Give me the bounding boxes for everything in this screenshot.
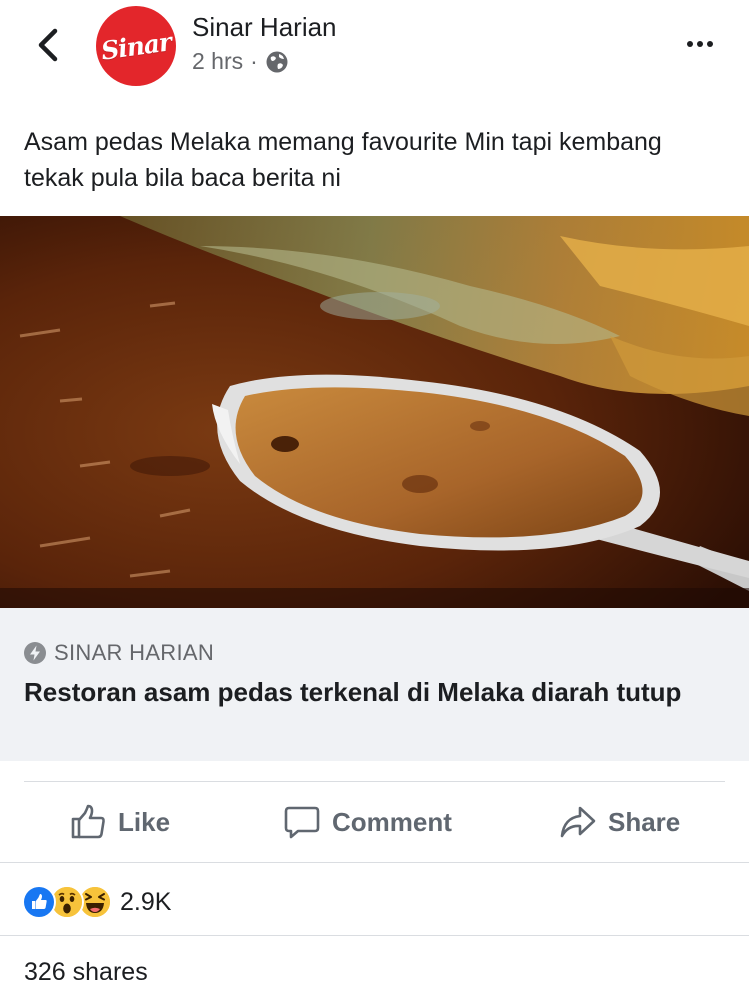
more-dot-icon: [687, 41, 693, 47]
comment-icon: [284, 806, 320, 839]
divider: [0, 862, 749, 863]
share-arrow-icon: [560, 806, 596, 838]
share-button[interactable]: Share: [560, 782, 680, 862]
post-caption: Asam pedas Melaka memang favourite Min t…: [24, 128, 662, 192]
shares-count[interactable]: 326 shares: [24, 958, 148, 987]
like-reaction-icon: [22, 885, 56, 919]
thumbs-up-icon: [71, 804, 105, 839]
post-time[interactable]: 2 hrs: [192, 48, 243, 75]
link-source-label: SINAR HARIAN: [54, 640, 215, 665]
back-button[interactable]: [28, 22, 68, 68]
link-source: SINAR HARIAN: [24, 640, 214, 666]
post-header: Sinar Sinar Harian 2 hrs ·: [0, 0, 749, 100]
page-avatar[interactable]: Sinar: [96, 6, 176, 86]
reactions-summary[interactable]: 2.9K: [22, 884, 171, 920]
action-bar: Like Comment Share: [0, 782, 749, 862]
bolt-icon: [24, 642, 46, 664]
reaction-count: 2.9K: [120, 887, 172, 916]
food-photo: [0, 216, 749, 608]
link-preview-card[interactable]: SINAR HARIAN Restoran asam pedas terkena…: [0, 608, 749, 761]
post-meta: 2 hrs ·: [192, 48, 289, 75]
chevron-left-icon: [38, 28, 58, 62]
meta-separator: ·: [250, 48, 258, 74]
link-title: Restoran asam pedas terkenal di Melaka d…: [24, 677, 682, 707]
more-dot-icon: [707, 41, 713, 47]
comment-button[interactable]: Comment: [284, 782, 452, 862]
like-button[interactable]: Like: [70, 782, 170, 862]
link-preview-image[interactable]: [0, 216, 749, 608]
sinar-logo: Sinar: [99, 26, 173, 66]
globe-icon: [266, 51, 288, 72]
share-label: Share: [608, 806, 681, 837]
more-dot-icon: [697, 41, 703, 47]
like-label: Like: [118, 806, 171, 837]
divider: [0, 935, 749, 936]
page-name[interactable]: Sinar Harian: [192, 12, 337, 43]
more-options-button[interactable]: [680, 34, 720, 54]
comment-label: Comment: [332, 806, 452, 837]
